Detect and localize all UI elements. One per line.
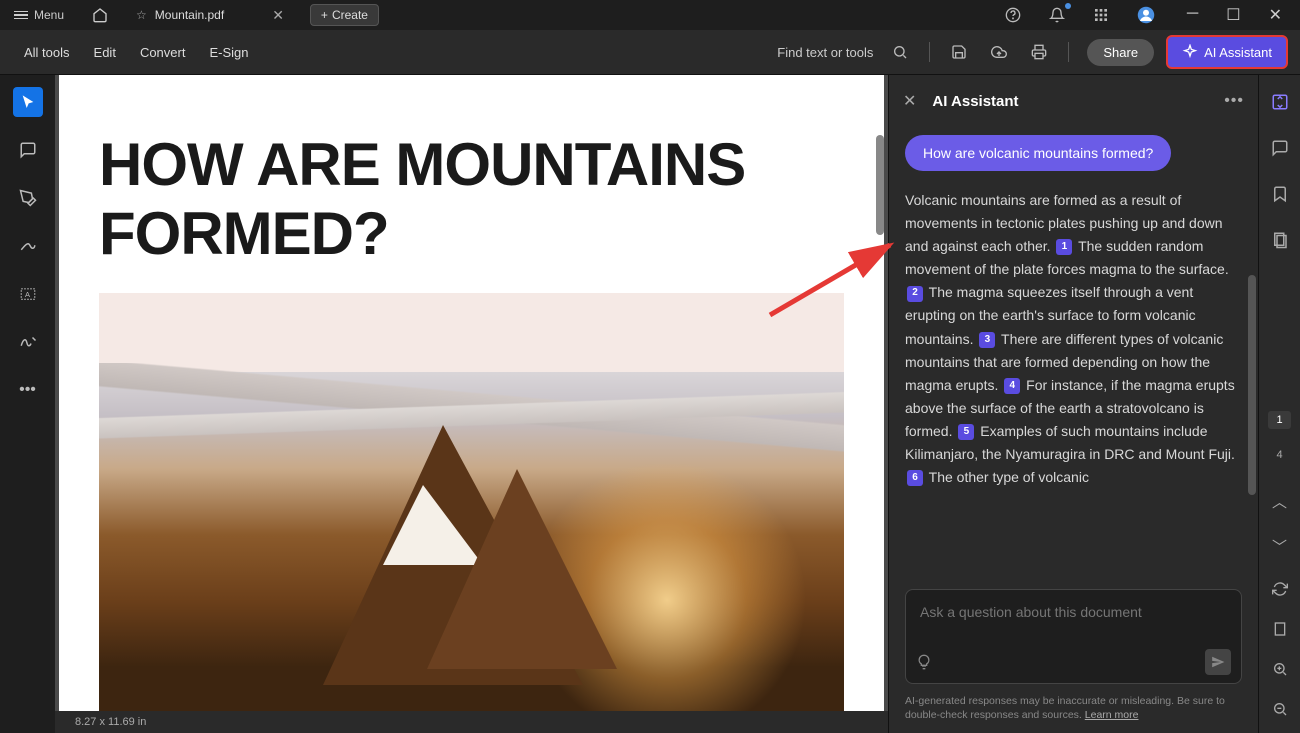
mountain-image: [99, 293, 844, 711]
zoom-in-icon[interactable]: [1268, 657, 1292, 681]
select-tool[interactable]: [13, 87, 43, 117]
status-bar: 8.27 x 11.69 in: [55, 711, 888, 733]
ai-disclaimer: AI-generated responses may be inaccurate…: [889, 690, 1258, 733]
ai-panel-title: AI Assistant: [932, 93, 1018, 110]
total-pages: 4: [1276, 449, 1282, 461]
ai-button-label: AI Assistant: [1204, 45, 1272, 60]
page-up-icon[interactable]: ︿: [1268, 487, 1291, 516]
esign-menu[interactable]: E-Sign: [197, 39, 260, 66]
sign-tool[interactable]: [13, 327, 43, 357]
minimize-button[interactable]: ─: [1173, 0, 1212, 31]
user-question: How are volcanic mountains formed?: [905, 135, 1171, 171]
text-tool[interactable]: A: [13, 279, 43, 309]
bookmarks-icon[interactable]: [1267, 181, 1293, 207]
toolbar: All tools Edit Convert E-Sign Find text …: [0, 30, 1300, 75]
citation-1[interactable]: 1: [1056, 239, 1072, 255]
save-icon[interactable]: [942, 38, 976, 66]
find-label: Find text or tools: [777, 45, 873, 60]
ai-input-box[interactable]: [905, 589, 1242, 684]
home-button[interactable]: [82, 3, 118, 27]
highlight-tool[interactable]: [13, 183, 43, 213]
edit-menu[interactable]: Edit: [82, 39, 128, 66]
menu-button[interactable]: Menu: [4, 4, 74, 26]
notification-icon[interactable]: [1039, 1, 1075, 29]
titlebar: Menu ☆ Mountain.pdf ✕ + Create ─ ☐ ✕: [0, 0, 1300, 30]
all-tools-menu[interactable]: All tools: [12, 39, 82, 66]
menu-label: Menu: [34, 8, 64, 22]
document-heading: HOW ARE MOUNTAINS FORMED?: [59, 75, 884, 293]
ai-scrollbar[interactable]: [1248, 275, 1256, 495]
ai-assistant-panel: ✕ AI Assistant ••• How are volcanic moun…: [888, 75, 1258, 733]
comment-tool[interactable]: [13, 135, 43, 165]
ai-assistant-button[interactable]: AI Assistant: [1166, 35, 1288, 69]
pdf-page: HOW ARE MOUNTAINS FORMED?: [59, 75, 884, 711]
zoom-out-icon[interactable]: [1268, 697, 1292, 721]
print-icon[interactable]: [1022, 38, 1056, 66]
page-dimensions: 8.27 x 11.69 in: [75, 716, 146, 728]
sparkle-icon: [1182, 44, 1198, 60]
suggestions-icon[interactable]: [916, 654, 932, 670]
ai-close-button[interactable]: ✕: [903, 91, 916, 111]
citation-5[interactable]: 5: [958, 424, 974, 440]
left-tools-sidebar: A •••: [0, 75, 55, 733]
help-icon[interactable]: [995, 1, 1031, 29]
learn-more-link[interactable]: Learn more: [1085, 709, 1139, 721]
citation-4[interactable]: 4: [1004, 378, 1020, 394]
citation-6[interactable]: 6: [907, 470, 923, 486]
current-page-badge[interactable]: 1: [1268, 411, 1290, 429]
profile-icon[interactable]: [1127, 0, 1165, 30]
convert-menu[interactable]: Convert: [128, 39, 198, 66]
create-label: Create: [332, 8, 368, 22]
ai-conversation: How are volcanic mountains formed? Volca…: [889, 127, 1258, 579]
more-tools[interactable]: •••: [13, 375, 43, 405]
create-button[interactable]: + Create: [310, 4, 379, 26]
ai-panel-icon[interactable]: [1267, 89, 1293, 115]
star-icon[interactable]: ☆: [136, 8, 147, 22]
ai-answer: Volcanic mountains are formed as a resul…: [905, 189, 1242, 489]
page-down-icon[interactable]: ﹀: [1268, 532, 1291, 561]
tab-close-icon[interactable]: ✕: [272, 7, 284, 24]
svg-text:A: A: [25, 290, 30, 299]
comments-icon[interactable]: [1267, 135, 1293, 161]
rotate-icon[interactable]: [1268, 577, 1292, 601]
search-icon[interactable]: [883, 38, 917, 66]
maximize-button[interactable]: ☐: [1212, 0, 1254, 31]
close-window-button[interactable]: ✕: [1255, 0, 1296, 31]
page-scroll-indicator[interactable]: [876, 135, 884, 235]
draw-tool[interactable]: [13, 231, 43, 261]
document-viewer[interactable]: HOW ARE MOUNTAINS FORMED? 8.27 x 11.69 i…: [55, 75, 888, 733]
pages-icon[interactable]: [1267, 227, 1293, 253]
page-view-icon[interactable]: [1268, 617, 1292, 641]
citation-2[interactable]: 2: [907, 286, 923, 302]
ai-question-input[interactable]: [920, 604, 1227, 636]
document-tab[interactable]: ☆ Mountain.pdf ✕: [124, 0, 296, 30]
hamburger-icon: [14, 11, 28, 20]
send-button[interactable]: [1205, 649, 1231, 675]
tab-title: Mountain.pdf: [155, 8, 224, 22]
ai-more-icon[interactable]: •••: [1224, 92, 1244, 110]
plus-icon: +: [321, 8, 328, 22]
citation-3[interactable]: 3: [979, 332, 995, 348]
cloud-icon[interactable]: [982, 38, 1016, 66]
share-button[interactable]: Share: [1087, 39, 1154, 66]
apps-icon[interactable]: [1083, 1, 1119, 29]
right-sidebar: 1 4 ︿ ﹀: [1258, 75, 1300, 733]
